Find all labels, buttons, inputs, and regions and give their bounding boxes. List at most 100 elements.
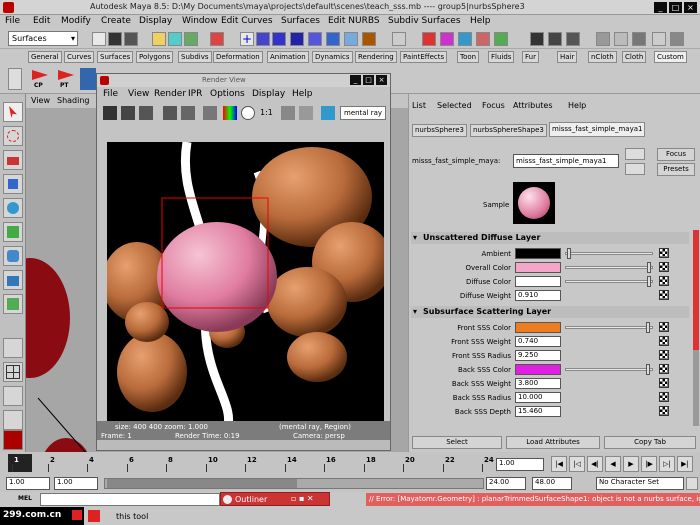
close-icon[interactable]: × bbox=[684, 2, 697, 13]
render-region-icon[interactable] bbox=[121, 106, 135, 120]
scrollbar-thumb[interactable] bbox=[693, 230, 699, 350]
soft-mod-icon[interactable] bbox=[3, 270, 23, 290]
current-frame-field[interactable]: 1.00 bbox=[496, 458, 544, 471]
render-menu-file[interactable]: File bbox=[103, 89, 118, 99]
step-back-key-icon[interactable]: |◁ bbox=[569, 456, 585, 472]
character-set-dropdown[interactable]: No Character Set bbox=[596, 477, 684, 490]
shelf-tab-fur[interactable]: Fur bbox=[522, 51, 539, 63]
paint-select-icon[interactable] bbox=[3, 150, 23, 170]
load-attributes-button[interactable]: Load Attributes bbox=[506, 436, 600, 449]
render-menu-view[interactable]: View bbox=[128, 89, 149, 99]
select-hierarchy-icon[interactable] bbox=[152, 32, 166, 46]
snap-point-icon[interactable]: + bbox=[240, 32, 254, 46]
shelf-tab-ncloth[interactable]: nCloth bbox=[588, 51, 617, 63]
map-button-icon[interactable] bbox=[659, 322, 669, 332]
alpha-channel-icon[interactable] bbox=[241, 106, 255, 120]
select-tool-icon[interactable] bbox=[3, 102, 23, 122]
render-menu-help[interactable]: Help bbox=[292, 89, 313, 99]
open-scene-icon[interactable] bbox=[108, 32, 122, 46]
menu-edit-curves[interactable]: Edit Curves bbox=[221, 16, 273, 26]
ae-menu-attributes[interactable]: Attributes bbox=[513, 101, 553, 110]
pt-shelf-button[interactable]: PT bbox=[54, 68, 78, 90]
slider-knob[interactable] bbox=[567, 248, 571, 259]
menu-modify[interactable]: Modify bbox=[61, 16, 91, 26]
attr-slider[interactable] bbox=[565, 266, 653, 269]
map-button-icon[interactable] bbox=[659, 406, 669, 416]
presets-button[interactable]: Presets bbox=[657, 163, 695, 176]
plane-icon[interactable] bbox=[362, 32, 376, 46]
section-subsurface-scattering[interactable]: ▾ Subsurface Scattering Layer bbox=[411, 306, 689, 318]
mel-label[interactable]: MEL bbox=[18, 495, 32, 502]
attr-slider[interactable] bbox=[565, 280, 653, 283]
go-to-start-icon[interactable]: |◀ bbox=[551, 456, 567, 472]
toggle-panel-icon[interactable] bbox=[670, 32, 684, 46]
shelf-tab-subdivs[interactable]: Subdivs bbox=[178, 51, 212, 63]
go-to-input-icon[interactable] bbox=[625, 148, 645, 160]
ae-menu-help[interactable]: Help bbox=[568, 101, 586, 110]
shelf-tab-deformation[interactable]: Deformation bbox=[213, 51, 263, 63]
maximize-icon[interactable]: □ bbox=[669, 2, 682, 13]
slider-knob[interactable] bbox=[646, 322, 650, 333]
color-swatch[interactable] bbox=[515, 322, 561, 333]
lasso-tool-icon[interactable] bbox=[3, 126, 23, 146]
slider-knob[interactable] bbox=[647, 262, 651, 273]
shelf-tab-cloth[interactable]: Cloth bbox=[622, 51, 647, 63]
show-manip-icon[interactable] bbox=[3, 294, 23, 314]
playback-end-field[interactable]: 24.00 bbox=[486, 477, 526, 490]
move-tool-icon[interactable] bbox=[3, 174, 23, 194]
range-handle[interactable] bbox=[107, 479, 297, 488]
ae-menu-focus[interactable]: Focus bbox=[482, 101, 505, 110]
menu-surfaces[interactable]: Surfaces bbox=[281, 16, 320, 26]
playback-start-field[interactable]: 1.00 bbox=[54, 477, 98, 490]
command-input[interactable] bbox=[40, 493, 220, 506]
end-time-field[interactable]: 48.00 bbox=[532, 477, 572, 490]
render-frame-icon[interactable] bbox=[530, 32, 544, 46]
attr-value-field[interactable]: 15.460 bbox=[515, 406, 561, 417]
history-icon[interactable] bbox=[290, 32, 304, 46]
go-to-end-icon[interactable]: ▶| bbox=[677, 456, 693, 472]
shelf-tab-custom[interactable]: Custom bbox=[654, 51, 687, 63]
shelf-tab-curves[interactable]: Curves bbox=[64, 51, 95, 63]
slider-knob[interactable] bbox=[647, 276, 651, 287]
construction-icon[interactable] bbox=[308, 32, 322, 46]
select-component-icon[interactable] bbox=[184, 32, 198, 46]
render-menu-render[interactable]: Render bbox=[154, 89, 186, 99]
attr-editor-icon[interactable] bbox=[596, 32, 610, 46]
map-button-icon[interactable] bbox=[659, 290, 669, 300]
color-swatch[interactable] bbox=[515, 262, 561, 273]
ae-menu-selected[interactable]: Selected bbox=[437, 101, 472, 110]
attr-value-field[interactable]: 0.740 bbox=[515, 336, 561, 347]
attr-value-field[interactable]: 0.910 bbox=[515, 290, 561, 301]
snapshot-icon[interactable] bbox=[139, 106, 153, 120]
attr-slider[interactable] bbox=[565, 252, 653, 255]
map-button-icon[interactable] bbox=[659, 262, 669, 272]
input-ops-icon[interactable] bbox=[392, 32, 406, 46]
attr-value-field[interactable]: 3.800 bbox=[515, 378, 561, 389]
rotate-tool-icon[interactable] bbox=[3, 198, 23, 218]
save-scene-icon[interactable] bbox=[124, 32, 138, 46]
channel-box-icon[interactable] bbox=[632, 32, 646, 46]
step-forward-key-icon[interactable]: ▷| bbox=[659, 456, 675, 472]
shelf-tab-hair[interactable]: Hair bbox=[557, 51, 578, 63]
menu-edit-nurbs[interactable]: Edit NURBS bbox=[328, 16, 380, 26]
menuset-dropdown[interactable]: Surfaces ▾ bbox=[8, 31, 78, 46]
tool-settings-icon[interactable] bbox=[614, 32, 628, 46]
shelf-tab-rendering[interactable]: Rendering bbox=[355, 51, 397, 63]
camera-icon[interactable] bbox=[321, 106, 335, 120]
shelf-tab-painteffects[interactable]: PaintEffects bbox=[400, 51, 448, 63]
go-to-output-icon[interactable] bbox=[625, 163, 645, 175]
menu-create[interactable]: Create bbox=[101, 16, 131, 26]
close-icon[interactable]: × bbox=[376, 75, 387, 85]
map-button-icon[interactable] bbox=[659, 350, 669, 360]
color-swatch[interactable] bbox=[515, 248, 561, 259]
outliner-pane-icon[interactable] bbox=[3, 386, 23, 406]
map-button-icon[interactable] bbox=[659, 276, 669, 286]
menu-window[interactable]: Window bbox=[182, 16, 218, 26]
ae-tab-nurbssphere[interactable]: nurbsSphere3 bbox=[412, 124, 467, 137]
start-time-field[interactable]: 1.00 bbox=[6, 477, 50, 490]
pivot-icon[interactable] bbox=[476, 32, 490, 46]
focus-button[interactable]: Focus bbox=[657, 148, 695, 161]
rgb-channel-icon[interactable] bbox=[223, 106, 237, 120]
shelf-tab-animation[interactable]: Animation bbox=[267, 51, 309, 63]
ae-tab-nurbssphereshape[interactable]: nurbsSphereShape3 bbox=[470, 124, 547, 137]
